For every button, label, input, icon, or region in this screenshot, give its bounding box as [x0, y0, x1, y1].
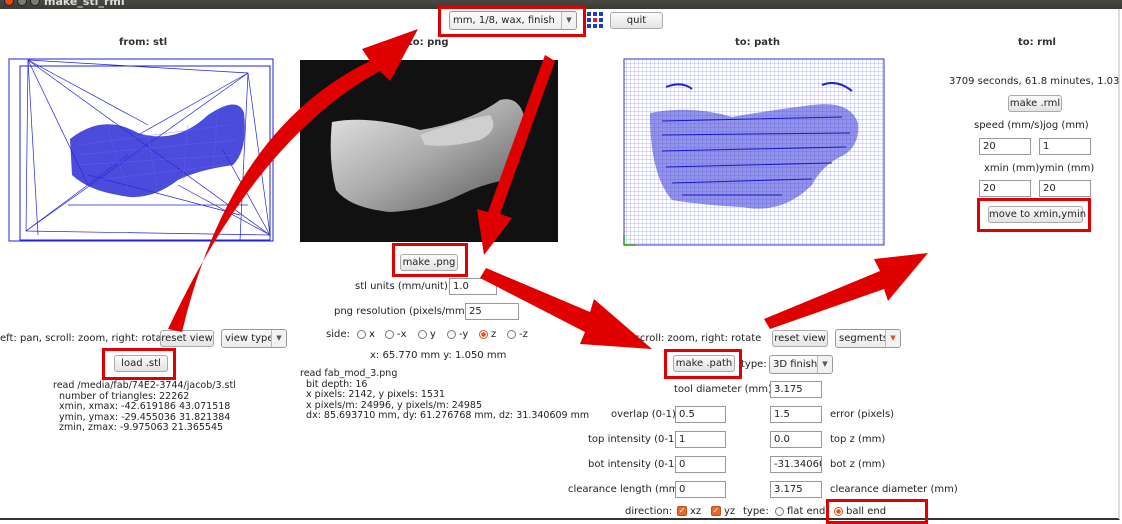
tool-type-label: type:: [743, 506, 769, 517]
ymin-input[interactable]: 20: [1039, 180, 1091, 197]
bot-intensity-label: bot intensity (0-1): [588, 459, 679, 470]
chevron-down-icon: ▼: [817, 356, 832, 373]
radio-icon: [357, 329, 366, 339]
radio-selected-icon: [834, 506, 843, 516]
chevron-down-icon: ▼: [561, 12, 576, 29]
window-title: make_stl_rml: [44, 0, 125, 8]
clearance-diameter-input[interactable]: 3.175: [770, 481, 822, 498]
clearance-length-label: clearance length (mm): [568, 484, 683, 495]
xmin-label: xmin (mm): [984, 163, 1040, 174]
grid-logo-icon: [587, 12, 603, 28]
direction-xz-checkbox[interactable]: ✓ xz: [677, 506, 701, 517]
side-label: side:: [326, 329, 350, 340]
toolpath-view: [623, 58, 885, 246]
move-to-xmin-ymin-button[interactable]: move to xmin,ymin: [988, 206, 1086, 223]
error-label: error (pixels): [830, 409, 895, 420]
path-view-hint: n, scroll: zoom, right: rotate: [622, 333, 762, 344]
side-neg-x-radio[interactable]: -x: [385, 329, 407, 340]
app-window: mm, 1/8, wax, finish ▼ quit from: stl to…: [0, 6, 1122, 524]
make-path-button[interactable]: make .path: [673, 355, 735, 372]
direction-yz-checkbox[interactable]: ✓ yz: [711, 506, 735, 517]
xmin-input[interactable]: 20: [979, 180, 1031, 197]
radio-icon: [385, 329, 394, 339]
stl-info-text: read /media/fab/74E2-3744/jacob/3.stl nu…: [53, 380, 236, 433]
stl-mesh-view: [8, 58, 274, 242]
path-reset-view-button[interactable]: reset view: [772, 330, 828, 347]
tool-diameter-label: tool diameter (mm): [674, 384, 772, 395]
minimize-icon[interactable]: [17, 0, 27, 6]
tool-diameter-input[interactable]: 3.175: [770, 381, 822, 398]
radio-icon: [418, 329, 427, 339]
stl-header: from: stl: [119, 37, 168, 48]
png-resolution-input[interactable]: 25: [465, 303, 519, 320]
radio-icon: [447, 329, 456, 339]
top-z-label: top z (mm): [830, 434, 886, 445]
chevron-down-icon: ▼: [885, 330, 900, 347]
stl-view-type-select[interactable]: view type ▼: [221, 329, 287, 348]
overlap-label: overlap (0-1): [611, 409, 676, 420]
close-icon[interactable]: [4, 0, 14, 6]
png-coords: x: 65.770 mm y: 1.050 mm: [370, 350, 507, 361]
side-neg-z-radio[interactable]: -z: [507, 329, 528, 340]
png-resolution-label: png resolution (pixels/mm):: [334, 306, 472, 317]
png-info-text: read fab_mod_3.png bit depth: 16 x pixel…: [300, 368, 590, 421]
quit-button[interactable]: quit: [610, 12, 663, 29]
maximize-icon[interactable]: [30, 0, 40, 6]
path-canvas[interactable]: [622, 55, 888, 321]
png-header: to: png: [408, 37, 449, 48]
process-select[interactable]: mm, 1/8, wax, finish ▼: [449, 11, 577, 30]
overlap-input[interactable]: 0.5: [675, 406, 726, 423]
top-intensity-label: top intensity (0-1): [588, 434, 679, 445]
speed-input[interactable]: 20: [979, 138, 1031, 155]
png-canvas: [300, 60, 558, 242]
side-y-radio[interactable]: y: [418, 329, 436, 340]
process-select-value: mm, 1/8, wax, finish: [453, 15, 555, 26]
stl-canvas[interactable]: [8, 55, 276, 321]
path-segments-select[interactable]: segments ▼: [835, 329, 901, 348]
load-stl-button[interactable]: load .stl: [114, 355, 168, 372]
side-neg-y-radio[interactable]: -y: [447, 329, 468, 340]
view-type-value: view type: [225, 333, 274, 344]
checkmark-icon: ✓: [677, 506, 687, 516]
bot-intensity-input[interactable]: 0: [675, 456, 726, 473]
make-rml-button[interactable]: make .rml: [1008, 95, 1062, 112]
flat-end-radio[interactable]: flat end: [775, 506, 825, 517]
bot-z-label: bot z (mm): [830, 459, 886, 470]
top-intensity-input[interactable]: 1: [675, 431, 726, 448]
radio-icon: [775, 506, 784, 516]
path-type-select[interactable]: 3D finish ▼: [769, 355, 833, 374]
stl-units-label: stl units (mm/unit):: [355, 281, 452, 292]
clearance-diameter-label: clearance diameter (mm): [830, 484, 958, 495]
radio-selected-icon: [479, 329, 488, 339]
side-z-radio[interactable]: z: [479, 329, 496, 340]
direction-label: direction:: [625, 506, 673, 517]
radio-icon: [507, 329, 516, 339]
stl-view-hint: eft: pan, scroll: zoom, right: rotate: [0, 333, 172, 344]
make-png-button[interactable]: make .png: [400, 254, 458, 271]
stl-reset-view-button[interactable]: reset view: [160, 330, 214, 347]
path-header: to: path: [735, 37, 780, 48]
rml-header: to: rml: [1018, 37, 1056, 48]
height-map-image: [330, 99, 525, 212]
title-bar: make_stl_rml: [0, 0, 1122, 9]
clearance-length-input[interactable]: 0: [675, 481, 726, 498]
top-z-input[interactable]: 0.0: [770, 431, 822, 448]
path-type-value: 3D finish: [773, 359, 818, 370]
segments-value: segments: [839, 333, 889, 344]
rml-time-estimate: 3709 seconds, 61.8 minutes, 1.03 hours: [949, 76, 1122, 87]
jog-input[interactable]: 1: [1039, 138, 1091, 155]
side-x-radio[interactable]: x: [357, 329, 375, 340]
ymin-label: ymin (mm): [1039, 163, 1095, 174]
ball-end-radio[interactable]: ball end: [834, 506, 886, 517]
speed-label: speed (mm/s): [974, 120, 1044, 131]
jog-label: jog (mm): [1043, 120, 1089, 131]
error-input[interactable]: 1.5: [770, 406, 822, 423]
checkmark-icon: ✓: [711, 506, 721, 516]
path-type-label: type:: [741, 359, 767, 370]
chevron-down-icon: ▼: [271, 330, 286, 347]
stl-units-input[interactable]: 1.0: [449, 278, 497, 295]
bot-z-input[interactable]: -31.340609: [770, 456, 822, 473]
